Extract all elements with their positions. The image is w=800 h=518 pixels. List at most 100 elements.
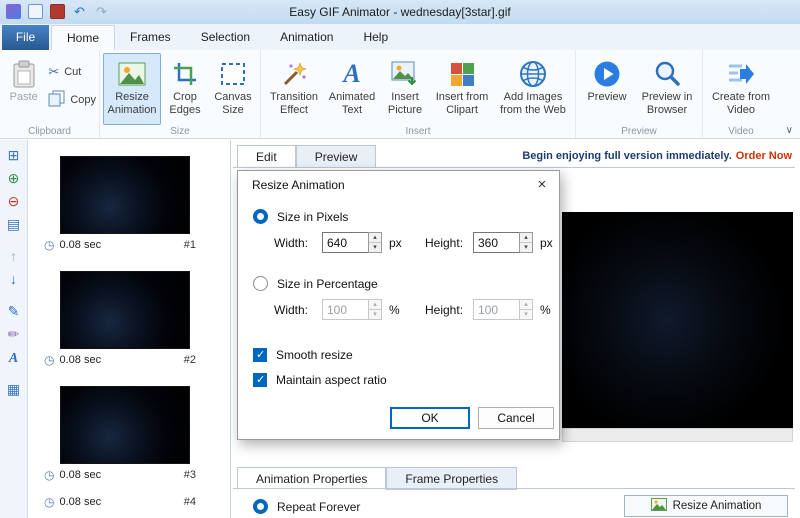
spin-up-icon[interactable] xyxy=(369,233,381,243)
group-label-insert: Insert xyxy=(405,126,431,137)
frame-index: #2 xyxy=(183,354,196,366)
insert-picture-button[interactable]: Insert Picture xyxy=(380,53,430,125)
canvas-size-button[interactable]: Canvas Size xyxy=(209,53,257,125)
preview-icon xyxy=(593,57,621,91)
insert-from-clipart-icon xyxy=(450,57,475,91)
ribbon-collapse-icon[interactable] xyxy=(786,125,793,136)
tab-help[interactable]: Help xyxy=(348,25,403,50)
size-in-pixels-radio[interactable] xyxy=(253,209,268,224)
insert-picture-icon xyxy=(391,57,419,91)
size-in-pixels-option: Size in Pixels xyxy=(253,209,348,224)
ok-button[interactable]: OK xyxy=(390,407,470,429)
tab-animation-properties[interactable]: Animation Properties xyxy=(237,467,387,490)
pixels-fields-row: Width: px Height: px xyxy=(274,232,554,253)
delete-frame-icon[interactable] xyxy=(5,193,23,210)
crop-edges-icon xyxy=(172,57,198,91)
tab-selection[interactable]: Selection xyxy=(186,25,265,50)
repeat-forever-radio[interactable] xyxy=(253,499,268,514)
crop-edges-button[interactable]: Crop Edges xyxy=(161,53,209,125)
paste-button[interactable]: Paste xyxy=(3,53,44,125)
app-window: Easy GIF Animator - wednesday[3star].gif… xyxy=(0,0,800,518)
animated-text-button[interactable]: A Animated Text xyxy=(324,53,380,125)
undo-icon[interactable] xyxy=(72,4,87,19)
percent-height-input xyxy=(473,299,519,320)
edit-frame-icon[interactable] xyxy=(5,303,23,320)
close-icon[interactable] xyxy=(530,174,554,195)
insert-from-clipart-button[interactable]: Insert from Clipart xyxy=(430,53,494,125)
dialog-buttons: OK Cancel xyxy=(390,407,554,429)
move-frame-down-icon[interactable] xyxy=(5,271,23,288)
pixel-height-input[interactable] xyxy=(473,232,519,253)
group-label-preview: Preview xyxy=(621,126,657,137)
ribbon-group-insert: Transition Effect A Animated Text Insert… xyxy=(261,50,576,138)
transition-effect-icon xyxy=(281,57,307,91)
order-now-link[interactable]: Order Now xyxy=(736,150,792,162)
title-bar: Easy GIF Animator - wednesday[3star].gif xyxy=(0,0,800,24)
tab-home[interactable]: Home xyxy=(51,25,116,50)
resize-animation-shortcut-button[interactable]: Resize Animation xyxy=(624,495,788,517)
new-icon[interactable] xyxy=(28,4,43,19)
animation-canvas xyxy=(562,212,793,428)
spin-down-icon[interactable] xyxy=(520,243,532,252)
pixel-width-input[interactable] xyxy=(322,232,368,253)
ribbon-group-preview: Preview Preview in Browser Preview xyxy=(576,50,703,138)
frame-thumbnail-1[interactable] xyxy=(60,156,190,234)
tab-animation[interactable]: Animation xyxy=(265,25,348,50)
quick-access-toolbar xyxy=(6,4,109,19)
ribbon-tab-bar: File Home Frames Selection Animation Hel… xyxy=(0,24,800,50)
clock-icon xyxy=(44,469,54,481)
tab-preview[interactable]: Preview xyxy=(295,145,377,168)
ribbon-group-video: Create from Video Video xyxy=(703,50,779,138)
frame-index: #1 xyxy=(183,239,196,251)
canvas-size-icon xyxy=(220,57,246,91)
preview-in-browser-icon xyxy=(653,57,681,91)
tab-frame-properties[interactable]: Frame Properties xyxy=(386,467,518,490)
cancel-button[interactable]: Cancel xyxy=(478,407,554,429)
ribbon-group-size: Resize Animation Crop Edges Canvas Size … xyxy=(100,50,261,138)
spin-up-icon[interactable] xyxy=(520,233,532,243)
frame-list-panel: 0.08 sec #1 0.08 sec #2 0.08 sec #3 0.08… xyxy=(28,140,231,518)
insert-frame-icon[interactable] xyxy=(5,170,23,187)
file-menu-button[interactable]: File xyxy=(2,25,49,50)
edit-preview-tabs: Edit Preview xyxy=(237,145,377,168)
transition-effect-button[interactable]: Transition Effect xyxy=(264,53,324,125)
maintain-aspect-option: Maintain aspect ratio xyxy=(253,373,387,387)
properties-tabs: Animation Properties Frame Properties xyxy=(237,467,518,490)
frame-thumbnail-3[interactable] xyxy=(60,386,190,464)
spin-down-icon[interactable] xyxy=(369,243,381,252)
move-frame-up-icon[interactable] xyxy=(5,248,23,265)
tab-edit[interactable]: Edit xyxy=(237,145,296,168)
copy-icon xyxy=(48,90,65,110)
copy-button[interactable]: Copy xyxy=(48,90,96,110)
app-icon[interactable] xyxy=(6,4,21,19)
add-text-icon[interactable] xyxy=(5,349,23,366)
frame-index: #3 xyxy=(183,469,196,481)
size-in-percentage-radio[interactable] xyxy=(253,276,268,291)
smooth-resize-checkbox[interactable] xyxy=(253,348,267,362)
frame-info-4: 0.08 sec #4 xyxy=(44,495,196,509)
add-images-from-web-button[interactable]: Add Images from the Web xyxy=(494,53,572,125)
save-icon[interactable] xyxy=(50,4,65,19)
cut-button[interactable]: Cut xyxy=(48,64,96,80)
preview-button[interactable]: Preview xyxy=(579,53,635,125)
upgrade-promo: Begin enjoying full version immediately.… xyxy=(522,150,792,162)
resize-animation-button[interactable]: Resize Animation xyxy=(103,53,161,125)
add-images-from-web-icon xyxy=(519,57,547,91)
redo-icon[interactable] xyxy=(94,4,109,19)
duplicate-frame-icon[interactable] xyxy=(5,216,23,233)
ribbon: Paste Cut Copy Clipboard xyxy=(0,50,800,139)
horizontal-scrollbar[interactable] xyxy=(562,428,793,442)
frame-info-1: 0.08 sec #1 xyxy=(44,238,196,252)
group-label-video: Video xyxy=(728,126,754,137)
preview-in-browser-button[interactable]: Preview in Browser xyxy=(635,53,699,125)
window-title: Easy GIF Animator - wednesday[3star].gif xyxy=(289,5,511,19)
maintain-aspect-checkbox[interactable] xyxy=(253,373,267,387)
manage-frames-icon[interactable] xyxy=(5,381,23,398)
frame-thumbnail-2[interactable] xyxy=(60,271,190,349)
ribbon-group-clipboard: Paste Cut Copy Clipboard xyxy=(0,50,100,138)
draw-icon[interactable] xyxy=(5,326,23,343)
resize-animation-dialog: Resize Animation Size in Pixels Width: p… xyxy=(237,170,560,440)
tab-frames[interactable]: Frames xyxy=(115,25,186,50)
add-frames-icon[interactable] xyxy=(5,147,23,164)
create-from-video-button[interactable]: Create from Video xyxy=(706,53,776,125)
